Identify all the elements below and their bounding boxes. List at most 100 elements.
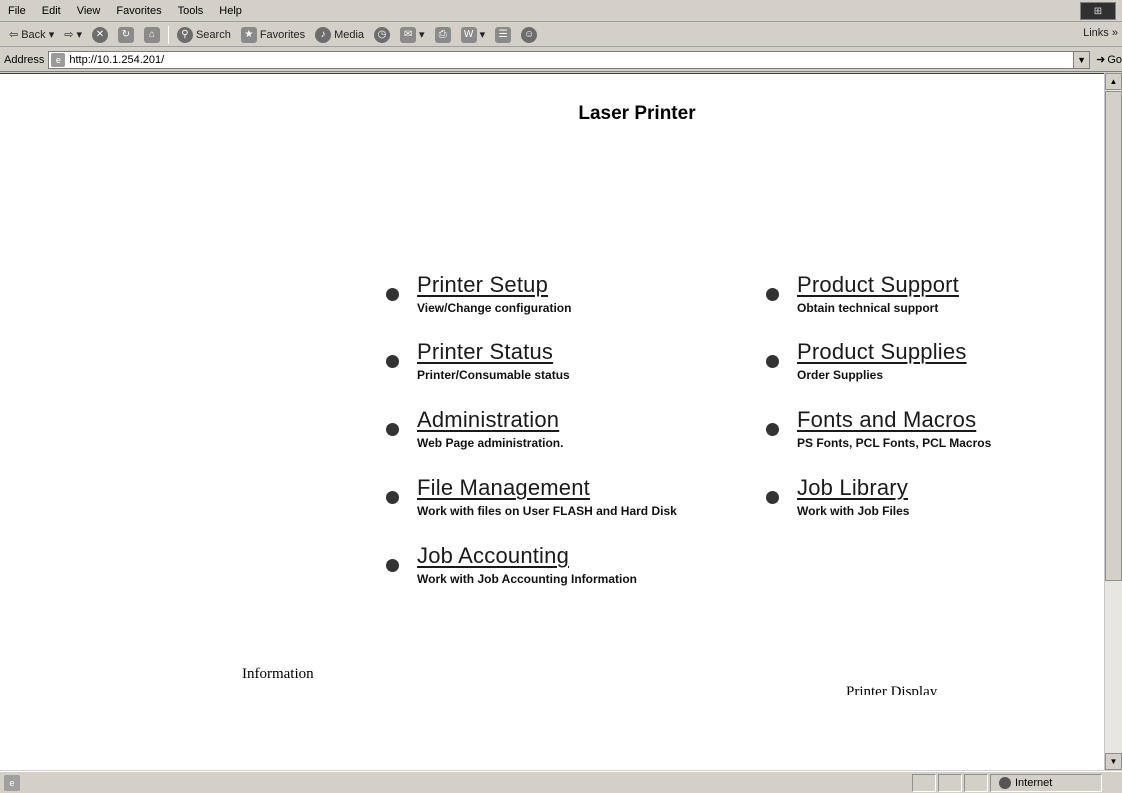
administration-desc: Web Page administration. xyxy=(417,436,564,450)
home-icon: ⌂ xyxy=(143,26,160,43)
file-management-desc: Work with files on User FLASH and Hard D… xyxy=(417,504,677,518)
globe-icon xyxy=(999,777,1011,789)
mail-button[interactable]: ✉ ▾ xyxy=(395,25,430,45)
favorites-label: Favorites xyxy=(259,28,306,41)
job-accounting-link[interactable]: Job Accounting xyxy=(417,542,637,570)
media-button[interactable]: ♪ Media xyxy=(310,25,369,45)
fonts-and-macros-link[interactable]: Fonts and Macros xyxy=(797,406,991,434)
address-bar: Address e http://10.1.254.201/ ▼ ➜ Go xyxy=(0,48,1122,72)
nav-file-management[interactable]: File Management Work with files on User … xyxy=(386,474,677,518)
nav-printer-status[interactable]: Printer Status Printer/Consumable status xyxy=(386,338,570,382)
menu-help[interactable]: Help xyxy=(211,2,250,20)
nav-job-library[interactable]: Job Library Work with Job Files xyxy=(766,474,909,518)
media-label: Media xyxy=(334,28,365,41)
job-library-link[interactable]: Job Library xyxy=(797,474,909,502)
back-button[interactable]: ⇦ Back ▾ xyxy=(4,25,59,45)
bullet-icon xyxy=(386,559,399,572)
printer-setup-link[interactable]: Printer Setup xyxy=(417,271,571,299)
status-panel xyxy=(912,774,936,792)
bullet-icon xyxy=(386,288,399,301)
status-panel xyxy=(964,774,988,792)
toolbar-separator xyxy=(167,25,169,44)
zone-label: Internet xyxy=(1015,777,1053,789)
messenger-button[interactable]: ☺ xyxy=(516,25,542,45)
toolbar: ⇦ Back ▾ ⇨ ▾ ✕ ↻ ⌂ ⚲ Search ★ Favorites … xyxy=(0,23,1122,47)
address-input[interactable]: e http://10.1.254.201/ ▼ xyxy=(48,50,1091,69)
home-button[interactable]: ⌂ xyxy=(139,25,165,45)
search-label: Search xyxy=(195,28,231,41)
bullet-icon xyxy=(386,355,399,368)
menu-edit[interactable]: Edit xyxy=(34,2,69,20)
printer-status-desc: Printer/Consumable status xyxy=(417,368,570,382)
scroll-thumb[interactable] xyxy=(1105,91,1122,581)
printer-status-link[interactable]: Printer Status xyxy=(417,338,570,366)
nav-administration[interactable]: Administration Web Page administration. xyxy=(386,406,563,450)
printer-setup-desc: View/Change configuration xyxy=(417,301,572,315)
bullet-icon xyxy=(766,355,779,368)
page-title: Laser Printer xyxy=(578,103,696,124)
nav-product-supplies[interactable]: Product Supplies Order Supplies xyxy=(766,338,967,382)
nav-printer-setup[interactable]: Printer Setup View/Change configuration xyxy=(386,271,571,315)
address-url[interactable]: http://10.1.254.201/ xyxy=(69,54,164,66)
refresh-icon: ↻ xyxy=(117,26,134,43)
refresh-button[interactable]: ↻ xyxy=(113,25,139,45)
bullet-icon xyxy=(386,491,399,504)
media-icon: ♪ xyxy=(315,26,332,43)
bullet-icon xyxy=(386,423,399,436)
history-icon: ◷ xyxy=(374,26,391,43)
bullet-icon xyxy=(766,423,779,436)
links-button[interactable]: Links » xyxy=(1083,27,1118,39)
windows-logo-icon: ⊞ xyxy=(1080,2,1116,20)
information-heading: Information xyxy=(242,666,314,682)
product-support-desc: Obtain technical support xyxy=(797,301,939,315)
chevron-down-icon[interactable]: ▾ xyxy=(480,28,486,41)
word-icon: W xyxy=(460,26,477,43)
edit-button[interactable]: W ▾ xyxy=(456,25,491,45)
administration-link[interactable]: Administration xyxy=(417,406,563,434)
messenger-icon: ☺ xyxy=(521,26,538,43)
chevron-down-icon[interactable]: ▾ xyxy=(76,28,82,41)
nav-fonts-and-macros[interactable]: Fonts and Macros PS Fonts, PCL Fonts, PC… xyxy=(766,406,991,450)
favorites-button[interactable]: ★ Favorites xyxy=(236,25,310,45)
go-button[interactable]: ➜ Go xyxy=(1096,53,1122,67)
go-arrow-icon: ➜ xyxy=(1096,54,1106,66)
menu-bar: File Edit View Favorites Tools Help ⊞ xyxy=(0,0,1122,22)
mail-icon: ✉ xyxy=(400,26,417,43)
vertical-scrollbar[interactable]: ▲ ▼ xyxy=(1104,73,1122,770)
discuss-button[interactable]: ☰ xyxy=(490,25,516,45)
search-button[interactable]: ⚲ Search xyxy=(172,25,236,45)
scroll-up-icon[interactable]: ▲ xyxy=(1105,73,1122,90)
status-bar: e Internet xyxy=(0,771,1122,793)
bullet-icon xyxy=(766,288,779,301)
fonts-and-macros-desc: PS Fonts, PCL Fonts, PCL Macros xyxy=(797,436,992,450)
nav-job-accounting[interactable]: Job Accounting Work with Job Accounting … xyxy=(386,542,637,586)
security-zone: Internet xyxy=(990,774,1102,792)
address-dropdown-icon[interactable]: ▼ xyxy=(1073,51,1090,68)
stop-button[interactable]: ✕ xyxy=(87,25,113,45)
print-button[interactable]: ⎙ xyxy=(430,25,456,45)
favorites-icon: ★ xyxy=(240,26,257,43)
stop-icon: ✕ xyxy=(91,26,108,43)
scroll-down-icon[interactable]: ▼ xyxy=(1105,753,1122,770)
address-label: Address xyxy=(4,53,45,66)
menu-favorites[interactable]: Favorites xyxy=(108,2,169,20)
forward-button[interactable]: ⇨ ▾ xyxy=(59,25,87,45)
chevron-down-icon[interactable]: ▾ xyxy=(419,28,425,41)
file-management-link[interactable]: File Management xyxy=(417,474,677,502)
page-status-icon: e xyxy=(4,774,20,791)
status-panels: Internet xyxy=(910,774,1102,792)
history-button[interactable]: ◷ xyxy=(369,25,395,45)
discuss-icon: ☰ xyxy=(495,26,512,43)
product-supplies-link[interactable]: Product Supplies xyxy=(797,338,967,366)
back-label: Back xyxy=(21,28,46,41)
go-label: Go xyxy=(1107,53,1122,66)
menu-view[interactable]: View xyxy=(69,2,109,20)
print-icon: ⎙ xyxy=(434,26,451,43)
chevron-down-icon[interactable]: ▾ xyxy=(49,28,55,41)
search-icon: ⚲ xyxy=(176,26,193,43)
product-support-link[interactable]: Product Support xyxy=(797,271,959,299)
nav-product-support[interactable]: Product Support Obtain technical support xyxy=(766,271,959,315)
back-arrow-icon: ⇦ xyxy=(9,29,19,41)
menu-tools[interactable]: Tools xyxy=(170,2,212,20)
menu-file[interactable]: File xyxy=(0,2,34,20)
